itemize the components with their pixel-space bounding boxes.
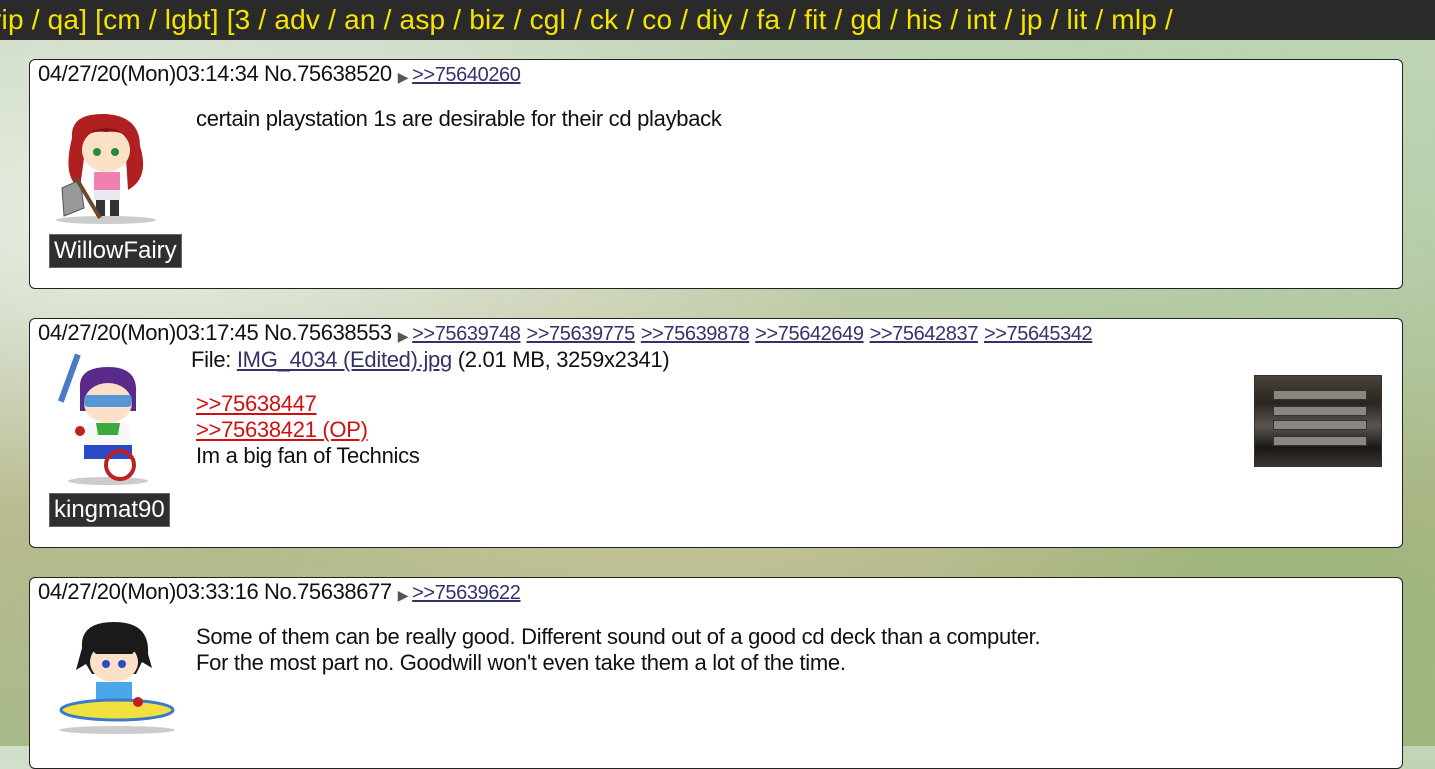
board-list[interactable]: rip / qa] [cm / lgbt] [3 / adv / an / as… bbox=[0, 0, 1173, 40]
reply-link[interactable]: >>75639775 bbox=[527, 323, 636, 345]
quote-link-op[interactable]: >>75638421 (OP) bbox=[196, 417, 420, 443]
post-number[interactable]: No.75638553 bbox=[264, 320, 392, 345]
avatar bbox=[58, 353, 148, 485]
post-header: 04/27/20(Mon)03:17:45 No.75638553 ▶ >>7563… bbox=[38, 319, 1098, 349]
play-arrow-icon: ▶ bbox=[397, 587, 409, 603]
post-body: Some of them can be really good. Differe… bbox=[196, 624, 1041, 676]
file-thumbnail[interactable] bbox=[1254, 375, 1382, 467]
post-line: certain playstation 1s are desirable for… bbox=[196, 106, 722, 131]
avatar bbox=[56, 113, 156, 224]
reply-link[interactable]: >>75645342 bbox=[984, 323, 1093, 345]
quote-link[interactable]: >>75638447 bbox=[196, 391, 420, 417]
poster-name: WillowFairy bbox=[49, 234, 182, 268]
post-75638553: 04/27/20(Mon)03:17:45 No.75638553 ▶ >>7563… bbox=[29, 318, 1403, 548]
file-meta: (2.01 MB, 3259x2341) bbox=[457, 347, 670, 372]
post-date: 04/27/20(Mon)03:14:34 bbox=[38, 61, 259, 86]
post-header: 04/27/20(Mon)03:33:16 No.75638677 ▶ >>7563… bbox=[38, 578, 527, 608]
reply-link[interactable]: >>75640260 bbox=[412, 64, 521, 86]
post-line: For the most part no. Goodwill won't eve… bbox=[196, 650, 846, 675]
board-navigation-bar: rip / qa] [cm / lgbt] [3 / adv / an / as… bbox=[0, 0, 1435, 40]
post-number[interactable]: No.75638677 bbox=[264, 579, 392, 604]
post-75638520: 04/27/20(Mon)03:14:34 No.75638520 ▶ >>7564… bbox=[29, 59, 1403, 289]
reply-link[interactable]: >>75639622 bbox=[412, 582, 521, 604]
play-arrow-icon: ▶ bbox=[397, 69, 409, 85]
reply-link[interactable]: >>75642649 bbox=[755, 323, 864, 345]
file-label: File: bbox=[191, 347, 232, 372]
post-75638677: 04/27/20(Mon)03:33:16 No.75638677 ▶ >>7563… bbox=[29, 577, 1403, 769]
play-arrow-icon: ▶ bbox=[397, 328, 409, 344]
post-number[interactable]: No.75638520 bbox=[264, 61, 392, 86]
file-link[interactable]: IMG_4034 (Edited).jpg bbox=[237, 347, 452, 372]
file-info: File: IMG_4034 (Edited).jpg (2.01 MB, 32… bbox=[191, 347, 670, 373]
reply-link[interactable]: >>75642837 bbox=[870, 323, 979, 345]
post-date: 04/27/20(Mon)03:33:16 bbox=[38, 579, 259, 604]
post-line: Im a big fan of Technics bbox=[196, 443, 420, 468]
post-body: certain playstation 1s are desirable for… bbox=[196, 106, 722, 132]
avatar bbox=[59, 622, 175, 734]
reply-link[interactable]: >>75639748 bbox=[412, 323, 521, 345]
poster-name: kingmat90 bbox=[49, 493, 170, 527]
reply-link[interactable]: >>75639878 bbox=[641, 323, 750, 345]
post-date: 04/27/20(Mon)03:17:45 bbox=[38, 320, 259, 345]
post-body: >>75638447 >>75638421 (OP) Im a big fan … bbox=[196, 391, 420, 469]
post-line: Some of them can be really good. Differe… bbox=[196, 624, 1041, 649]
post-header: 04/27/20(Mon)03:14:34 No.75638520 ▶ >>7564… bbox=[38, 60, 527, 90]
